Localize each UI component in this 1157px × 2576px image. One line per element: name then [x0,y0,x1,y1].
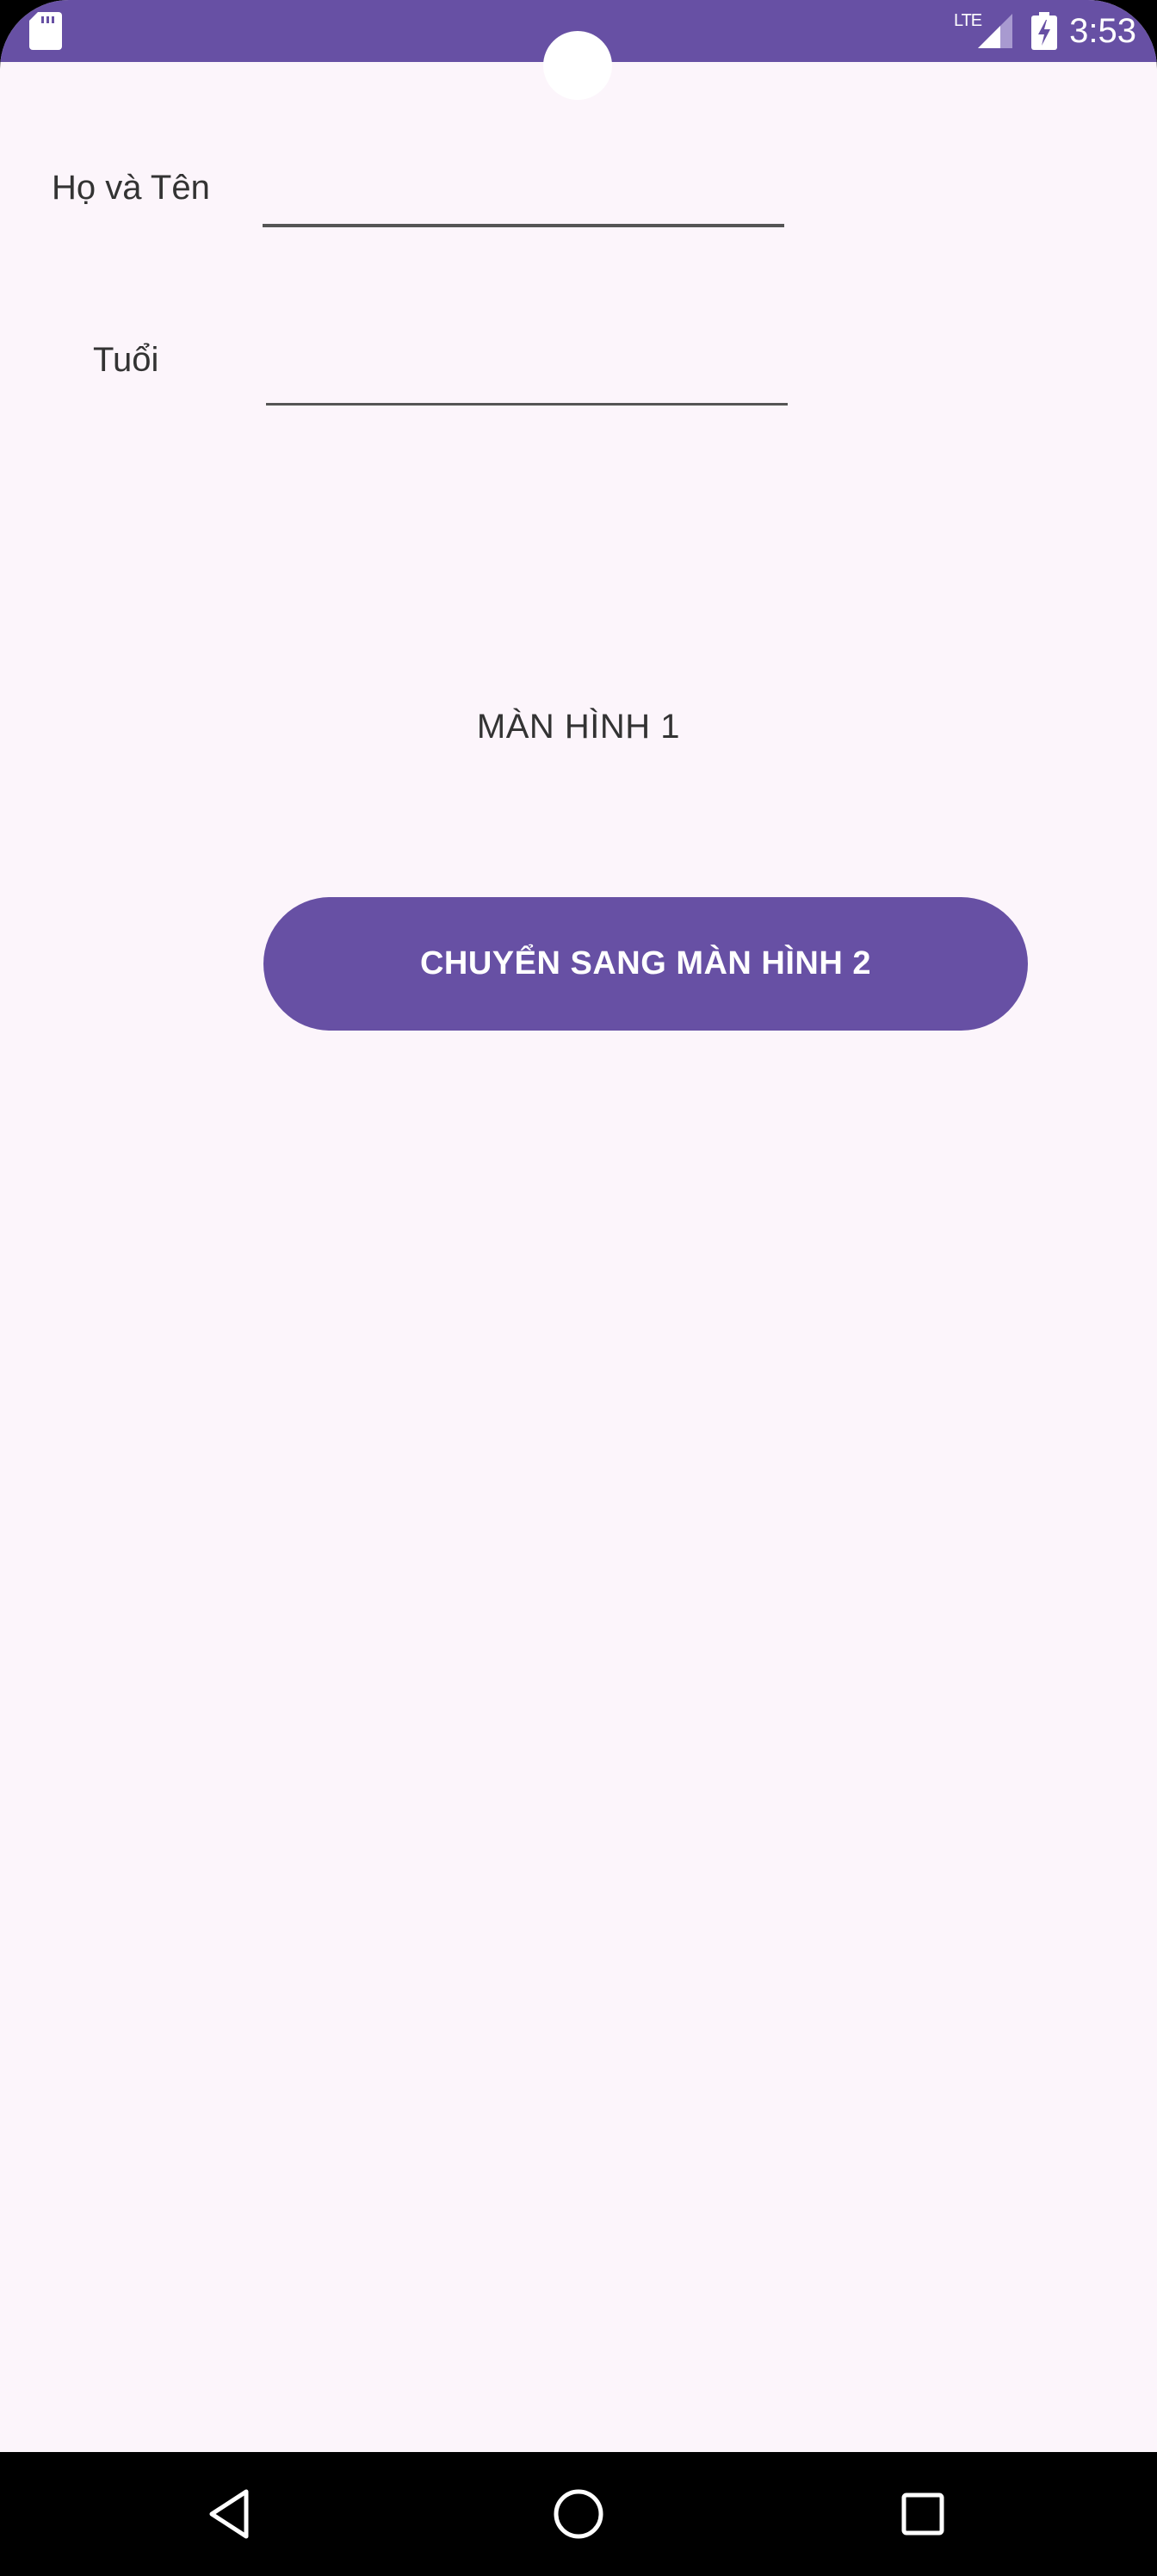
battery-charging-icon [1031,12,1058,50]
home-icon[interactable] [551,2486,606,2542]
back-icon[interactable] [205,2486,260,2542]
name-label: Họ và Tên [52,169,210,207]
status-bar: LTE 3:53 [0,0,1157,100]
status-icons: LTE 3:53 [954,7,1136,55]
clock: 3:53 [1069,11,1136,50]
navigation-bar [0,2452,1157,2576]
sd-card-icon [29,12,62,50]
age-input[interactable] [266,351,788,406]
screen-title: MÀN HÌNH 1 [476,708,681,746]
network-type: LTE [953,10,982,30]
front-camera [543,31,612,100]
age-label: Tuổi [93,341,159,379]
name-input[interactable] [263,172,784,227]
signal-icon [978,14,1013,48]
go-to-screen-2-button[interactable]: CHUYỂN SANG MÀN HÌNH 2 [263,897,1028,1031]
app-screen: LTE 3:53 Họ và Tên Tuổi MÀN HÌNH 1 CHUYỂ… [0,0,1157,2452]
recents-icon[interactable] [895,2486,950,2542]
